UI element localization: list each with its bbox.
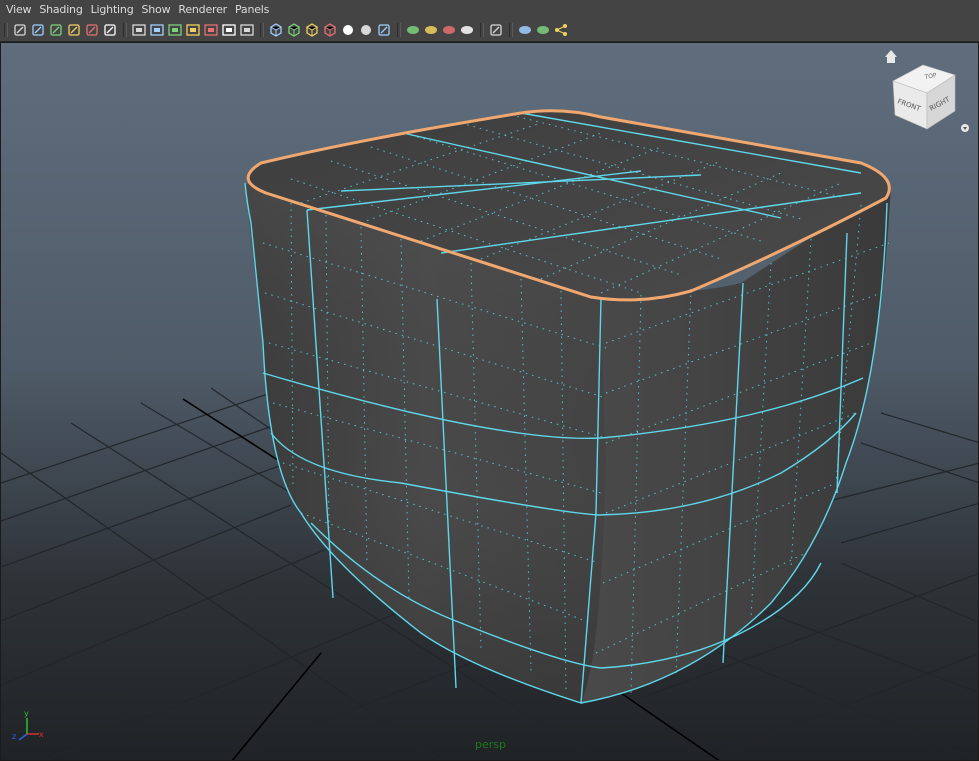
panel-menu-bar: View Shading Lighting Show Renderer Pane… bbox=[0, 0, 979, 19]
screen-space-ao-icon bbox=[378, 24, 390, 36]
film-gate-icon bbox=[150, 24, 164, 36]
2d-pan-zoom-icon bbox=[86, 24, 98, 36]
y-axis-label: y bbox=[24, 709, 29, 718]
xray-joints-button[interactable] bbox=[516, 21, 534, 39]
xray-active-button[interactable] bbox=[534, 21, 552, 39]
maya-viewport-panel: View Shading Lighting Show Renderer Pane… bbox=[0, 0, 979, 761]
toolbar-separator bbox=[480, 23, 484, 37]
isolate-select-button[interactable] bbox=[487, 21, 505, 39]
gate-mask-button[interactable] bbox=[184, 21, 202, 39]
viewcube-menu-icon[interactable] bbox=[961, 124, 969, 132]
multisample-aa-button[interactable] bbox=[422, 21, 440, 39]
menu-view[interactable]: View bbox=[0, 3, 32, 16]
safe-action-icon bbox=[222, 24, 236, 36]
panel-toolbar bbox=[0, 19, 979, 42]
smooth-shade-icon bbox=[288, 23, 300, 37]
bookmarks-button[interactable] bbox=[47, 21, 65, 39]
2d-pan-zoom-button[interactable] bbox=[83, 21, 101, 39]
3d-viewport[interactable]: TOP FRONT RIGHT y x z persp bbox=[0, 42, 979, 761]
select-camera-icon bbox=[14, 24, 26, 36]
textured-button[interactable] bbox=[321, 21, 339, 39]
screen-space-ao-button[interactable] bbox=[375, 21, 393, 39]
isolate-select-icon bbox=[490, 24, 502, 36]
camera-attributes-icon bbox=[32, 24, 44, 36]
field-chart-icon bbox=[204, 24, 218, 36]
xray-active-icon bbox=[537, 26, 549, 34]
safe-action-button[interactable] bbox=[220, 21, 238, 39]
depth-of-field-button[interactable] bbox=[440, 21, 458, 39]
toolbar-separator bbox=[397, 23, 401, 37]
shadows-button[interactable] bbox=[357, 21, 375, 39]
xray-button[interactable] bbox=[458, 21, 476, 39]
grease-pencil-button[interactable] bbox=[101, 21, 119, 39]
share-button[interactable] bbox=[552, 21, 570, 39]
wireframe-on-shaded-icon bbox=[306, 23, 318, 37]
textured-icon bbox=[324, 23, 336, 37]
motion-blur-icon bbox=[407, 26, 419, 34]
menu-panels[interactable]: Panels bbox=[229, 3, 269, 16]
menu-show[interactable]: Show bbox=[135, 3, 170, 16]
gate-mask-icon bbox=[186, 24, 200, 36]
motion-blur-button[interactable] bbox=[404, 21, 422, 39]
image-plane-icon bbox=[68, 24, 80, 36]
menu-shading[interactable]: Shading bbox=[33, 3, 82, 16]
grid-button[interactable] bbox=[130, 21, 148, 39]
field-chart-button[interactable] bbox=[202, 21, 220, 39]
image-plane-button[interactable] bbox=[65, 21, 83, 39]
smooth-shade-button[interactable] bbox=[285, 21, 303, 39]
toolbar-separator bbox=[509, 23, 513, 37]
xray-joints-icon bbox=[519, 26, 531, 34]
use-all-lights-icon bbox=[343, 25, 353, 35]
multisample-aa-icon bbox=[425, 26, 437, 34]
rounded-cube-mesh[interactable] bbox=[244, 109, 891, 704]
toolbar-separator bbox=[260, 23, 264, 37]
bookmarks-icon bbox=[50, 24, 62, 36]
grid-icon bbox=[132, 24, 146, 36]
resolution-gate-icon bbox=[168, 24, 182, 36]
safe-title-icon bbox=[240, 24, 254, 36]
film-gate-button[interactable] bbox=[148, 21, 166, 39]
home-icon[interactable] bbox=[885, 50, 897, 63]
share-icon bbox=[555, 24, 567, 36]
xray-icon bbox=[461, 26, 473, 34]
toolbar-separator bbox=[4, 23, 8, 37]
menu-renderer[interactable]: Renderer bbox=[172, 3, 227, 16]
depth-of-field-icon bbox=[443, 26, 455, 34]
grease-pencil-icon bbox=[104, 24, 116, 36]
view-cube[interactable]: TOP FRONT RIGHT bbox=[885, 47, 975, 137]
select-camera-button[interactable] bbox=[11, 21, 29, 39]
camera-name-label: persp bbox=[475, 738, 506, 751]
wireframe-on-shaded-button[interactable] bbox=[303, 21, 321, 39]
wireframe-icon bbox=[270, 23, 282, 37]
shadows-icon bbox=[361, 25, 371, 35]
toolbar-separator bbox=[123, 23, 127, 37]
use-all-lights-button[interactable] bbox=[339, 21, 357, 39]
wireframe-button[interactable] bbox=[267, 21, 285, 39]
menu-lighting[interactable]: Lighting bbox=[85, 3, 134, 16]
safe-title-button[interactable] bbox=[238, 21, 256, 39]
resolution-gate-button[interactable] bbox=[166, 21, 184, 39]
scene-view[interactable] bbox=[1, 43, 979, 761]
camera-attributes-button[interactable] bbox=[29, 21, 47, 39]
